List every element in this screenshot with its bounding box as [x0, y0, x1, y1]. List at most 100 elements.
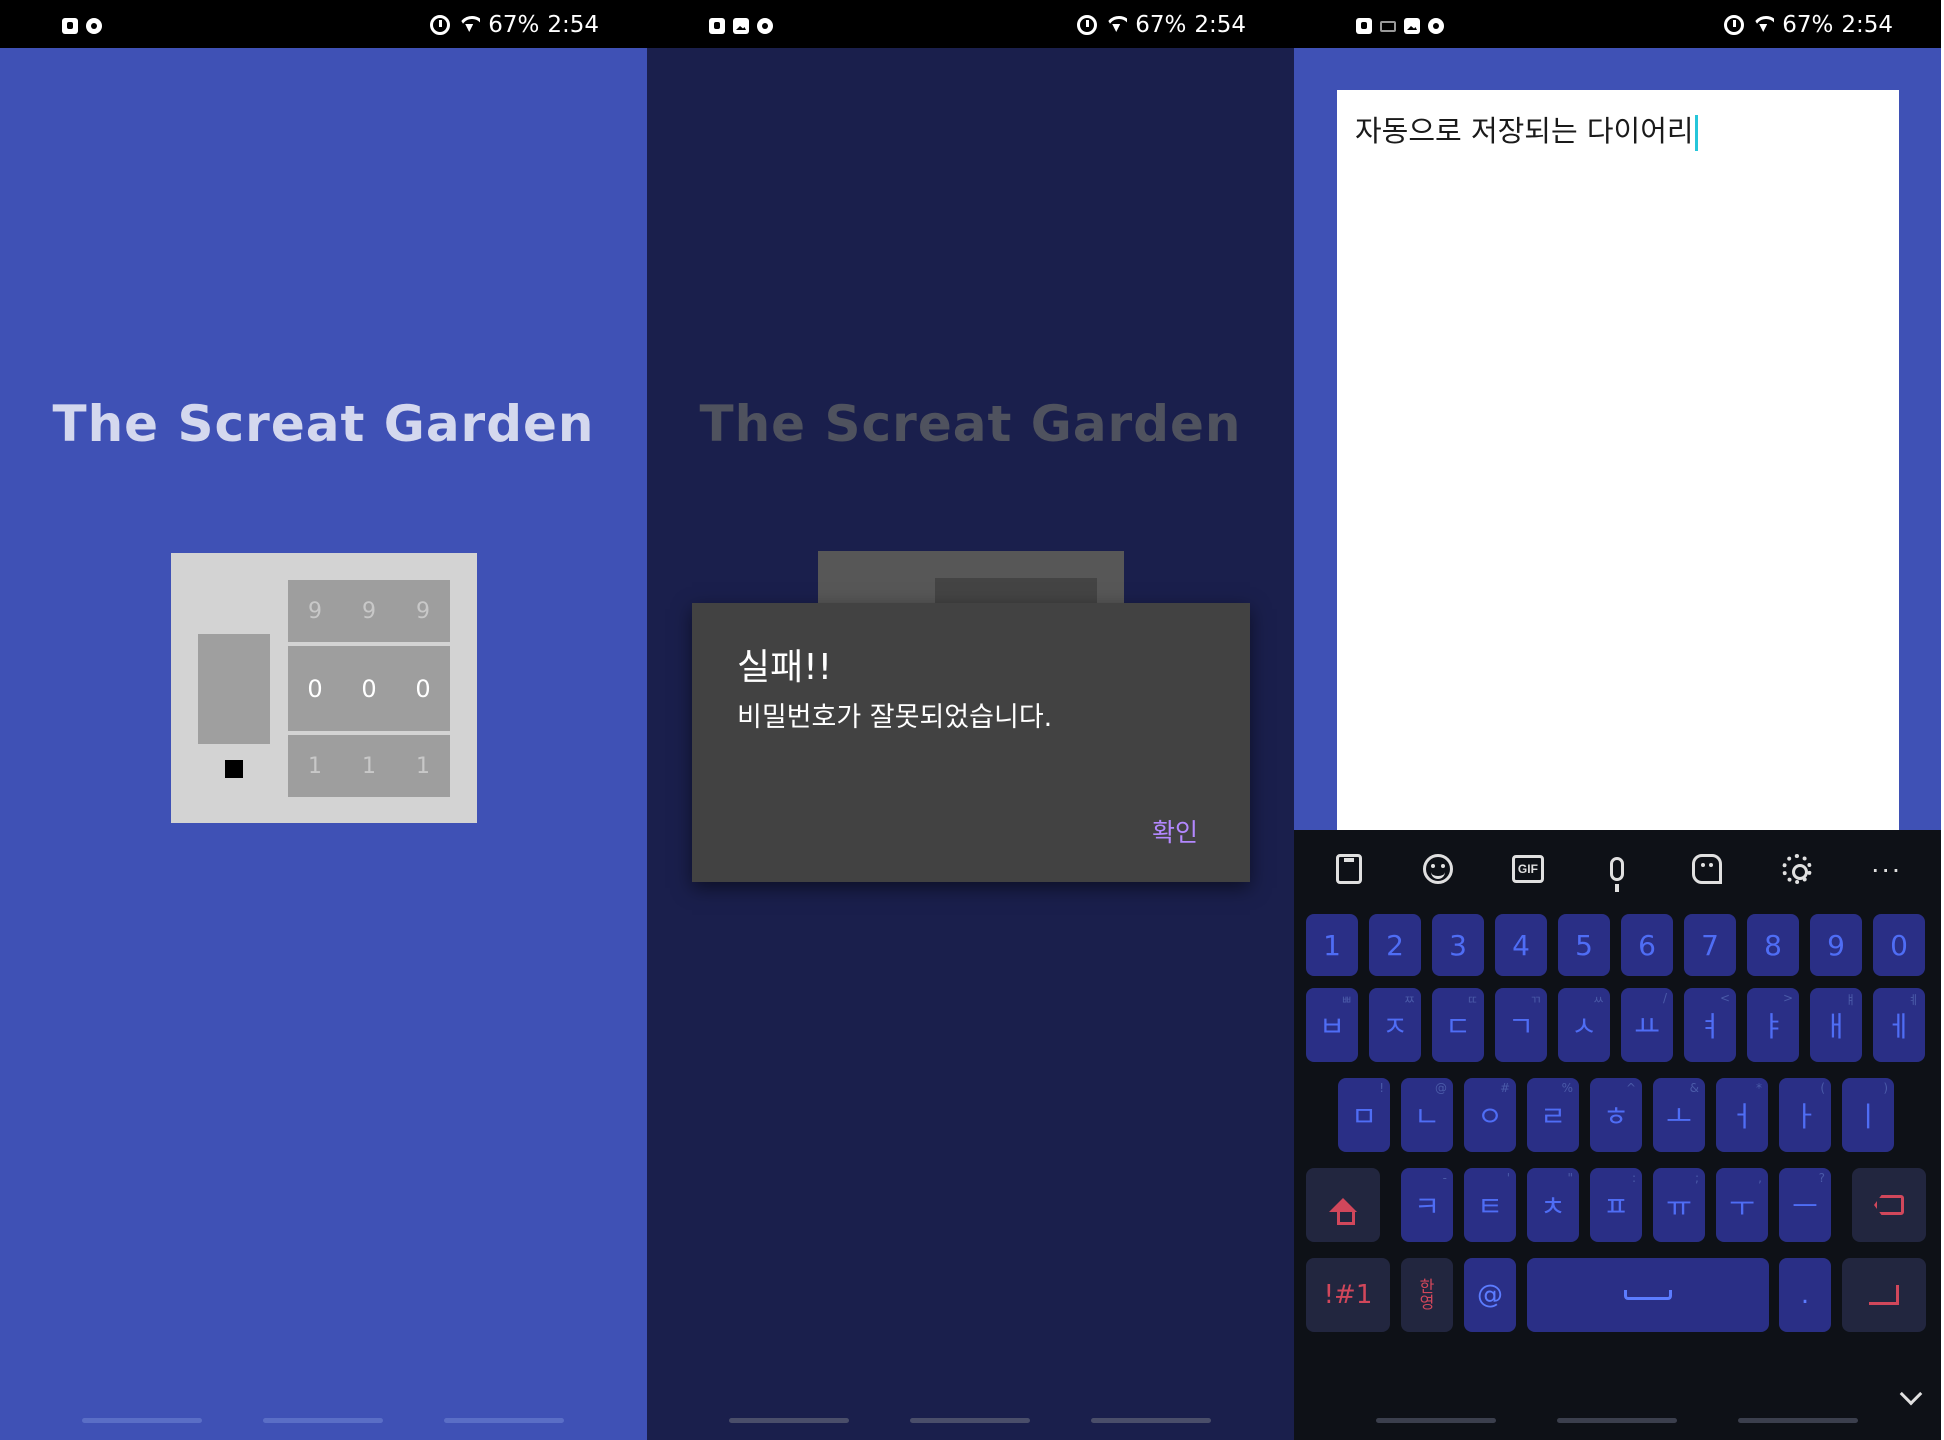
key-chieut[interactable]: ㅊ ": [1527, 1168, 1579, 1242]
key-2[interactable]: 2: [1369, 914, 1421, 976]
microphone-icon[interactable]: [1600, 852, 1634, 892]
text-cursor: [1694, 115, 1698, 151]
media-icon: [1428, 18, 1444, 34]
nav-pill[interactable]: [729, 1418, 849, 1423]
wifi-icon: [1752, 16, 1774, 34]
key-siot[interactable]: ㅅㅆ: [1558, 988, 1610, 1062]
alarm-icon: [1077, 15, 1098, 35]
emoji-icon[interactable]: [1421, 852, 1455, 886]
dial-3[interactable]: 0: [415, 675, 430, 703]
key-7[interactable]: 7: [1684, 914, 1736, 976]
clipboard-icon[interactable]: [1332, 852, 1366, 886]
nav-bar: [0, 1418, 647, 1440]
app-title: The Screat Garden: [699, 395, 1242, 453]
keyboard-collapse-icon[interactable]: [1899, 1382, 1923, 1406]
gif-icon[interactable]: GIF: [1511, 852, 1545, 886]
key-e[interactable]: ㅔㅖ: [1873, 988, 1925, 1062]
key-0[interactable]: 0: [1873, 914, 1925, 976]
space-key[interactable]: [1527, 1258, 1769, 1332]
dial-2[interactable]: 0: [361, 675, 376, 703]
key-5[interactable]: 5: [1558, 914, 1610, 976]
key-eo[interactable]: ㅓ *: [1716, 1078, 1768, 1152]
screen-record-icon: [62, 18, 78, 34]
key-jieut[interactable]: ㅈㅉ: [1369, 988, 1421, 1062]
symbols-key[interactable]: !#1: [1306, 1258, 1390, 1332]
screen-record-icon: [1356, 18, 1372, 34]
more-icon[interactable]: ···: [1869, 852, 1903, 886]
key-hieut[interactable]: ㅎ ^: [1590, 1078, 1642, 1152]
keyboard: GIF ··· 1 2 3 4 5 6 7 8 9 0 ㅂㅃ ㅈㅉ ㄷㄸ ㄱㄲ …: [1294, 830, 1941, 1440]
dial-row-previous: 9 9 9: [288, 580, 450, 642]
dial-1[interactable]: 0: [307, 675, 322, 703]
clock: 2:54: [1194, 12, 1246, 38]
lock-handle[interactable]: [198, 634, 270, 744]
key-rieul[interactable]: ㄹ%: [1527, 1078, 1579, 1152]
error-screen: 67% 2:54 The Screat Garden 실패!! 비밀번호가 잘못…: [647, 0, 1294, 1440]
key-tieut[interactable]: ㅌ ': [1464, 1168, 1516, 1242]
key-ieung[interactable]: ㅇ #: [1464, 1078, 1516, 1152]
alarm-icon: [430, 15, 451, 35]
key-bieup[interactable]: ㅂㅃ: [1306, 988, 1358, 1062]
nav-pill[interactable]: [444, 1418, 564, 1423]
combination-lock: 9 9 9 0 0 0 1 1 1: [171, 553, 477, 823]
diary-editor[interactable]: 자동으로 저장되는 다이어리: [1337, 90, 1899, 830]
clock: 2:54: [547, 12, 599, 38]
enter-icon: [1869, 1285, 1899, 1305]
key-giyeok[interactable]: ㄱㄲ: [1495, 988, 1547, 1062]
settings-icon[interactable]: [1780, 852, 1814, 886]
dial-digit: 1: [308, 753, 322, 779]
backspace-key[interactable]: [1852, 1168, 1926, 1242]
period-key[interactable]: .: [1779, 1258, 1831, 1332]
shift-key[interactable]: [1306, 1168, 1380, 1242]
key-u[interactable]: ㅜ,: [1716, 1168, 1768, 1242]
battery-level: 67%: [488, 12, 540, 38]
enter-key[interactable]: [1842, 1258, 1926, 1332]
screen-record-icon: [709, 18, 725, 34]
sticker-icon[interactable]: [1690, 852, 1724, 886]
diary-text-field[interactable]: 자동으로 저장되는 다이어리: [1355, 108, 1875, 151]
language-switch-key[interactable]: 한 영: [1401, 1258, 1453, 1332]
at-key[interactable]: @: [1464, 1258, 1516, 1332]
clock: 2:54: [1841, 12, 1893, 38]
nav-bar: [1294, 1418, 1941, 1440]
dial-row-current: 0 0 0: [288, 646, 450, 731]
nav-pill[interactable]: [263, 1418, 383, 1423]
wifi-icon: [1105, 16, 1127, 34]
nav-pill[interactable]: [1738, 1418, 1858, 1423]
combination-lock-dimmed: [818, 551, 1124, 605]
key-1[interactable]: 1: [1306, 914, 1358, 976]
key-3[interactable]: 3: [1432, 914, 1484, 976]
key-digeut[interactable]: ㄷㄸ: [1432, 988, 1484, 1062]
nav-pill[interactable]: [1091, 1418, 1211, 1423]
key-ya[interactable]: ㅑ >: [1747, 988, 1799, 1062]
confirm-button[interactable]: 확인: [1152, 813, 1198, 849]
backspace-icon: [1874, 1195, 1904, 1215]
key-a[interactable]: ㅏ(: [1779, 1078, 1831, 1152]
key-i[interactable]: ㅣ): [1842, 1078, 1894, 1152]
key-ae[interactable]: ㅐㅒ: [1810, 988, 1862, 1062]
nav-pill[interactable]: [1376, 1418, 1496, 1423]
lock-indicator: [225, 760, 243, 778]
key-4[interactable]: 4: [1495, 914, 1547, 976]
nav-pill[interactable]: [910, 1418, 1030, 1423]
key-o[interactable]: ㅗ &: [1653, 1078, 1705, 1152]
media-icon: [86, 18, 102, 34]
key-9[interactable]: 9: [1810, 914, 1862, 976]
key-yo[interactable]: ㅛ /: [1621, 988, 1673, 1062]
keyboard-toolbar: GIF ···: [1294, 830, 1941, 908]
key-mieum[interactable]: ㅁ!: [1338, 1078, 1390, 1152]
key-kieuk[interactable]: ㅋ-: [1401, 1168, 1453, 1242]
key-yeo[interactable]: ㅕ <: [1684, 988, 1736, 1062]
key-eu[interactable]: ㅡ?: [1779, 1168, 1831, 1242]
key-8[interactable]: 8: [1747, 914, 1799, 976]
key-nieun[interactable]: ㄴ @: [1401, 1078, 1453, 1152]
key-6[interactable]: 6: [1621, 914, 1673, 976]
key-pieup[interactable]: ㅍ:: [1590, 1168, 1642, 1242]
battery-level: 67%: [1135, 12, 1187, 38]
dialog-message: 비밀번호가 잘못되었습니다.: [737, 702, 1053, 733]
shift-icon: [1329, 1198, 1357, 1225]
key-yu[interactable]: ㅠ;: [1653, 1168, 1705, 1242]
nav-pill[interactable]: [1557, 1418, 1677, 1423]
dial-row-next: 1 1 1: [288, 735, 450, 797]
nav-pill[interactable]: [82, 1418, 202, 1423]
